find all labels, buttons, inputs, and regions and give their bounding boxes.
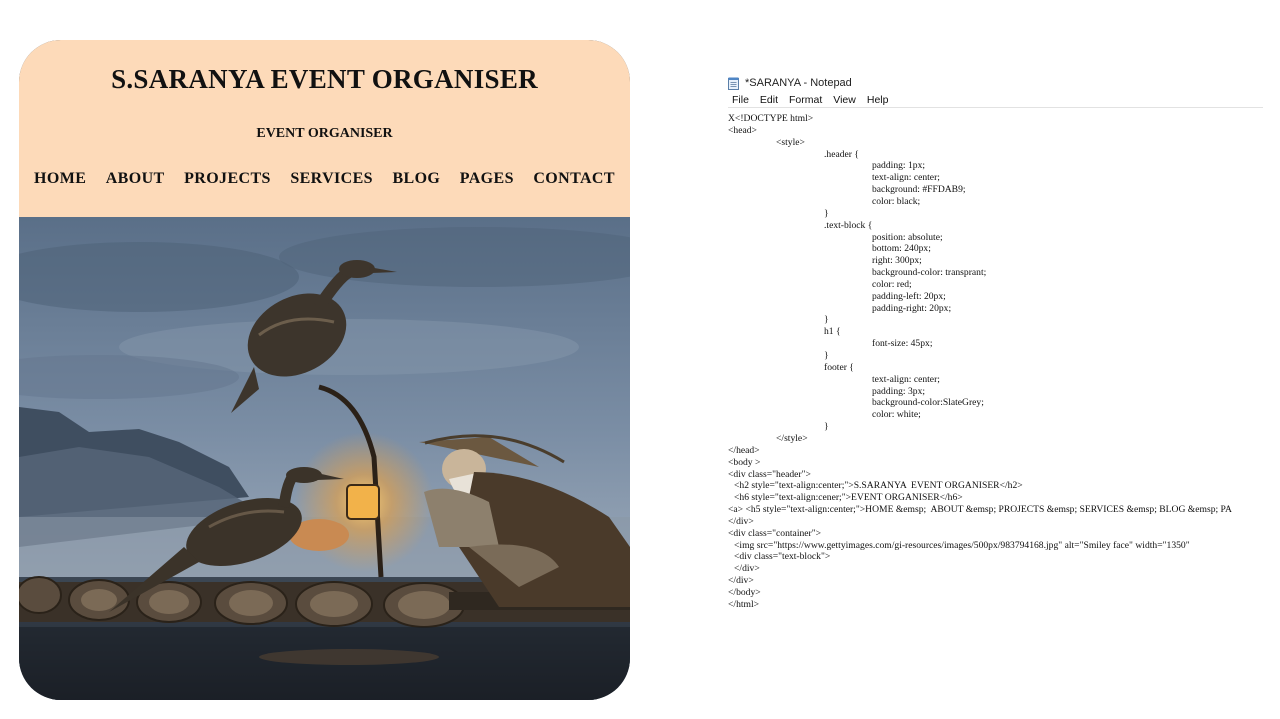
- code-line: bottom: 240px;: [872, 243, 931, 255]
- window-title: *SARANYA - Notepad: [745, 77, 852, 89]
- code-line: <h6 style="text-align:cener;">EVENT ORGA…: [734, 492, 963, 504]
- code-line: padding-right: 20px;: [872, 302, 952, 314]
- hero-image: [19, 217, 630, 700]
- code-line: font-size: 45px;: [872, 338, 933, 350]
- code-line: <div class="header">: [728, 468, 811, 480]
- nav-link-blog[interactable]: BLOG: [392, 170, 440, 188]
- menu-edit[interactable]: Edit: [760, 94, 778, 106]
- code-line: padding: 3px;: [872, 385, 926, 397]
- code-line: }: [824, 421, 829, 433]
- menu-help[interactable]: Help: [867, 94, 889, 106]
- code-line: background-color: transprant;: [872, 267, 987, 279]
- code-line: </div>: [728, 575, 754, 587]
- code-line: </style>: [776, 432, 808, 444]
- code-line: <div class="text-block">: [734, 551, 831, 563]
- code-line: </div>: [734, 563, 760, 575]
- code-line: }: [824, 314, 829, 326]
- menubar-divider: [728, 107, 1263, 108]
- code-line: <h2 style="text-align:center;">S.SARANYA…: [734, 480, 1023, 492]
- notepad-menubar: File Edit Format View Help: [732, 94, 899, 106]
- nav-link-pages[interactable]: PAGES: [460, 170, 514, 188]
- code-line: <div class="container">: [728, 527, 822, 539]
- code-line: .text-block {: [824, 219, 873, 231]
- code-line: }: [824, 207, 829, 219]
- nav-link-projects[interactable]: PROJECTS: [184, 170, 271, 188]
- code-line: color: white;: [872, 409, 921, 421]
- code-line: </html>: [728, 598, 760, 609]
- menu-file[interactable]: File: [732, 94, 749, 106]
- code-line: color: red;: [872, 278, 912, 290]
- notepad-titlebar: *SARANYA - Notepad: [728, 75, 852, 91]
- code-line: position: absolute;: [872, 231, 943, 243]
- code-line: .header {: [824, 148, 859, 160]
- notepad-icon: [728, 77, 740, 90]
- text-editor-area[interactable]: X<!DOCTYPE html> <head> <style> .header { pa…: [728, 109, 1268, 609]
- site-header: S.SARANYA EVENT ORGANISER EVENT ORGANISE…: [19, 40, 630, 217]
- code-line: text-align: center;: [872, 373, 940, 385]
- code-line: <a> <h5 style="text-align:center;">HOME …: [728, 504, 1232, 516]
- code-line: X<!DOCTYPE html>: [728, 113, 814, 124]
- code-line: h1 {: [824, 326, 841, 338]
- code-line: text-align: center;: [872, 172, 940, 184]
- site-subtitle: EVENT ORGANISER: [256, 126, 393, 141]
- code-line: footer {: [824, 361, 854, 373]
- website-preview: S.SARANYA EVENT ORGANISER EVENT ORGANISE…: [19, 40, 630, 700]
- menu-view[interactable]: View: [833, 94, 856, 106]
- code-line: color: black;: [872, 195, 921, 207]
- code-line: </div>: [728, 515, 754, 527]
- nav-link-contact[interactable]: CONTACT: [533, 170, 615, 188]
- code-line: background-color:SlateGrey;: [872, 397, 984, 409]
- notepad-window: *SARANYA - Notepad File Edit Format View…: [728, 72, 1268, 612]
- code-line: padding: 1px;: [872, 160, 926, 172]
- site-nav: HOME ABOUT PROJECTS SERVICES BLOG PAGES …: [34, 170, 615, 188]
- code-line: </head>: [728, 444, 760, 456]
- code-line: </body>: [728, 587, 761, 598]
- code-line: <img src="https://www.gettyimages.com/gi…: [734, 539, 1190, 551]
- code-line: <style>: [776, 136, 805, 148]
- nav-link-home[interactable]: HOME: [34, 170, 86, 188]
- site-title: S.SARANYA EVENT ORGANISER: [111, 64, 538, 94]
- code-line: padding-left: 20px;: [872, 290, 946, 302]
- nav-link-about[interactable]: ABOUT: [106, 170, 165, 188]
- code-line: <body >: [728, 456, 761, 468]
- code-line: background: #FFDAB9;: [872, 184, 966, 196]
- code-line: }: [824, 350, 829, 361]
- nav-link-services[interactable]: SERVICES: [290, 170, 373, 188]
- menu-format[interactable]: Format: [789, 94, 822, 106]
- code-line: <head>: [728, 124, 757, 136]
- code-line: right: 300px;: [872, 255, 922, 267]
- fisherman-cormorant-photo: [19, 217, 630, 700]
